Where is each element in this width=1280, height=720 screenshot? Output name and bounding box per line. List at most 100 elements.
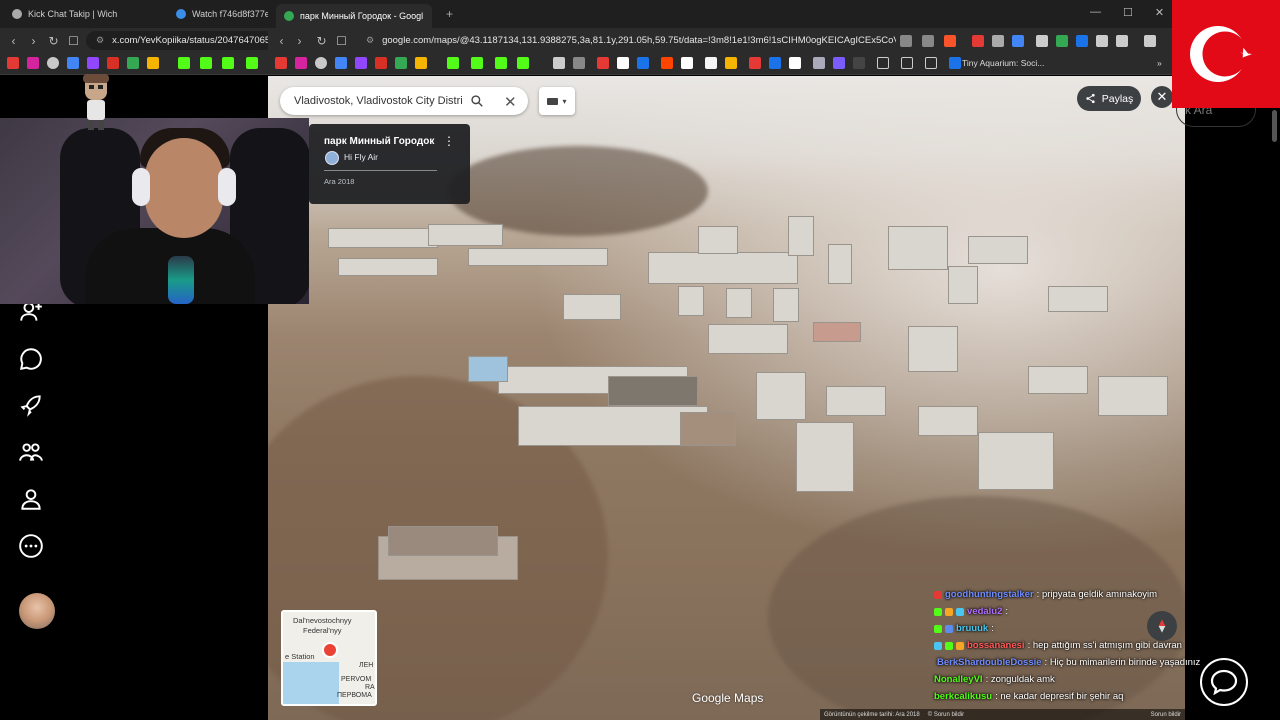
twitch-bookmark-icon[interactable]	[87, 57, 99, 69]
bookmark-label[interactable]: Tiny Aquarium: Soci...	[962, 58, 1044, 68]
gmail-bookmark-icon[interactable]	[107, 57, 119, 69]
chat-username[interactable]: BerkShardoubleDossie	[937, 657, 1042, 668]
download-bookmark-icon[interactable]	[553, 57, 565, 69]
bookmark-icon[interactable]	[769, 57, 781, 69]
copyright-label[interactable]: © Sorun bildir	[928, 712, 964, 718]
rocket-icon[interactable]	[18, 392, 44, 418]
bookmark-icon[interactable]	[833, 57, 845, 69]
cast-icon[interactable]	[900, 35, 912, 47]
place-title[interactable]: парк Минный Городок	[324, 136, 434, 147]
chat-username[interactable]: vedalu2	[967, 606, 1002, 617]
chrome-bookmark-icon[interactable]	[315, 57, 327, 69]
kick-bookmark-icon[interactable]	[447, 57, 459, 69]
extension-icon[interactable]	[1056, 35, 1068, 47]
bookmark-icon[interactable]	[789, 57, 801, 69]
x-bookmark-icon[interactable]	[617, 57, 629, 69]
reddit-bookmark-icon[interactable]	[661, 57, 673, 69]
aquarium-bookmark-icon[interactable]	[949, 57, 961, 69]
maps-search-input[interactable]: Vladivostok, Vladivostok City Distric	[294, 95, 462, 107]
google-bookmark-icon[interactable]	[67, 57, 79, 69]
search-icon[interactable]	[470, 94, 484, 108]
youtube-bookmark-icon[interactable]	[7, 57, 19, 69]
instagram-bookmark-icon[interactable]	[295, 57, 307, 69]
bookmark-icon[interactable]	[853, 57, 865, 69]
back-button[interactable]: ‹	[6, 33, 21, 48]
author-avatar[interactable]	[325, 151, 339, 165]
folder-icon[interactable]	[925, 57, 937, 69]
puzzle-icon[interactable]	[1096, 35, 1108, 47]
close-window-icon[interactable]: ✕	[1155, 6, 1164, 19]
bookmark-icon[interactable]: ☐	[334, 33, 349, 48]
reload-button[interactable]: ↻	[314, 33, 329, 48]
bookmark-icon[interactable]	[813, 57, 825, 69]
reload-button[interactable]: ↻	[46, 33, 61, 48]
maps-search-box[interactable]: Vladivostok, Vladivostok City Distric	[280, 87, 528, 115]
extension-icon[interactable]	[1012, 35, 1024, 47]
instagram-bookmark-icon[interactable]	[27, 57, 39, 69]
bookmark-icon[interactable]: ☐	[66, 33, 81, 48]
keep-bookmark-icon[interactable]	[147, 57, 159, 69]
brave-shield-icon[interactable]	[944, 35, 956, 47]
chrome-bookmark-icon[interactable]	[47, 57, 59, 69]
profile-icon[interactable]	[18, 486, 44, 512]
chat-username[interactable]: bruuuk	[956, 623, 988, 634]
bookmark-icon[interactable]	[681, 57, 693, 69]
more-icon[interactable]	[18, 533, 44, 559]
maximize-icon[interactable]: ☐	[1123, 6, 1133, 19]
chat-button[interactable]	[1200, 658, 1248, 706]
folder-icon[interactable]	[901, 57, 913, 69]
author-name[interactable]: Hi Fly Air	[344, 152, 378, 162]
new-tab-button[interactable]: +	[438, 4, 458, 24]
share-page-icon[interactable]	[922, 35, 934, 47]
layers-button[interactable]: ▾	[539, 87, 575, 115]
kick-bookmark-icon[interactable]	[517, 57, 529, 69]
youtube-bookmark-icon[interactable]	[275, 57, 287, 69]
extension-icon[interactable]	[972, 35, 984, 47]
forward-button[interactable]: ›	[26, 33, 41, 48]
keep-bookmark-icon[interactable]	[415, 57, 427, 69]
chat-username[interactable]: berkcalikusu	[934, 691, 992, 702]
tab-watch[interactable]: Watch f746d8f377e64	[168, 4, 268, 24]
report-problem-link[interactable]: Sorun bildir	[1151, 712, 1185, 718]
amazon-bookmark-icon[interactable]	[705, 57, 717, 69]
kick-bookmark-icon[interactable]	[222, 57, 234, 69]
close-icon[interactable]: ✕	[504, 93, 517, 111]
more-options-icon[interactable]: ⋮	[443, 134, 455, 148]
account-avatar[interactable]	[19, 593, 55, 629]
chat-username[interactable]: bossananesi	[967, 640, 1025, 651]
chat-username[interactable]: goodhuntingstalker	[945, 589, 1034, 600]
sidebar-icon[interactable]	[1116, 35, 1128, 47]
right-url-bar[interactable]: ⚙ google.com/maps/@43.1187134,131.938827…	[356, 31, 896, 50]
kick-bookmark-icon[interactable]	[200, 57, 212, 69]
minimize-icon[interactable]: —	[1090, 6, 1101, 19]
extension-icon[interactable]	[1076, 35, 1088, 47]
drive-bookmark-icon[interactable]	[127, 57, 139, 69]
extension-icon[interactable]	[992, 35, 1004, 47]
kick-bookmark-icon[interactable]	[495, 57, 507, 69]
folder-icon[interactable]	[877, 57, 889, 69]
more-bookmarks-icon[interactable]: »	[1157, 58, 1162, 68]
gmail-bookmark-icon[interactable]	[375, 57, 387, 69]
left-url-bar[interactable]: ⚙ x.com/YevKopiika/status/2047647065	[86, 31, 268, 50]
forward-button[interactable]: ›	[292, 33, 307, 48]
kick-bookmark-icon[interactable]	[471, 57, 483, 69]
bookmark-icon[interactable]	[573, 57, 585, 69]
extension-icon[interactable]	[1036, 35, 1048, 47]
tab-google-maps[interactable]: парк Минный Городок - Googl ✕	[276, 4, 432, 28]
bookmark-icon[interactable]	[725, 57, 737, 69]
bookmark-icon[interactable]	[637, 57, 649, 69]
twitch-bookmark-icon[interactable]	[355, 57, 367, 69]
kick-bookmark-icon[interactable]	[246, 57, 258, 69]
media-icon[interactable]	[1144, 35, 1156, 47]
tab-kick-chat[interactable]: Kick Chat Takip | Wich	[4, 4, 164, 24]
drive-bookmark-icon[interactable]	[395, 57, 407, 69]
scrollbar[interactable]	[1272, 110, 1277, 142]
bookmark-icon[interactable]	[749, 57, 761, 69]
close-viewer-button[interactable]: ✕	[1151, 86, 1173, 108]
messages-icon[interactable]	[18, 346, 44, 372]
minimap[interactable]: Dal'nevostochnyy Federal'nyy e Station Л…	[281, 610, 377, 706]
chat-username[interactable]: NonalleyVI	[934, 674, 983, 685]
back-button[interactable]: ‹	[274, 33, 289, 48]
google-bookmark-icon[interactable]	[335, 57, 347, 69]
kick-bookmark-icon[interactable]	[178, 57, 190, 69]
